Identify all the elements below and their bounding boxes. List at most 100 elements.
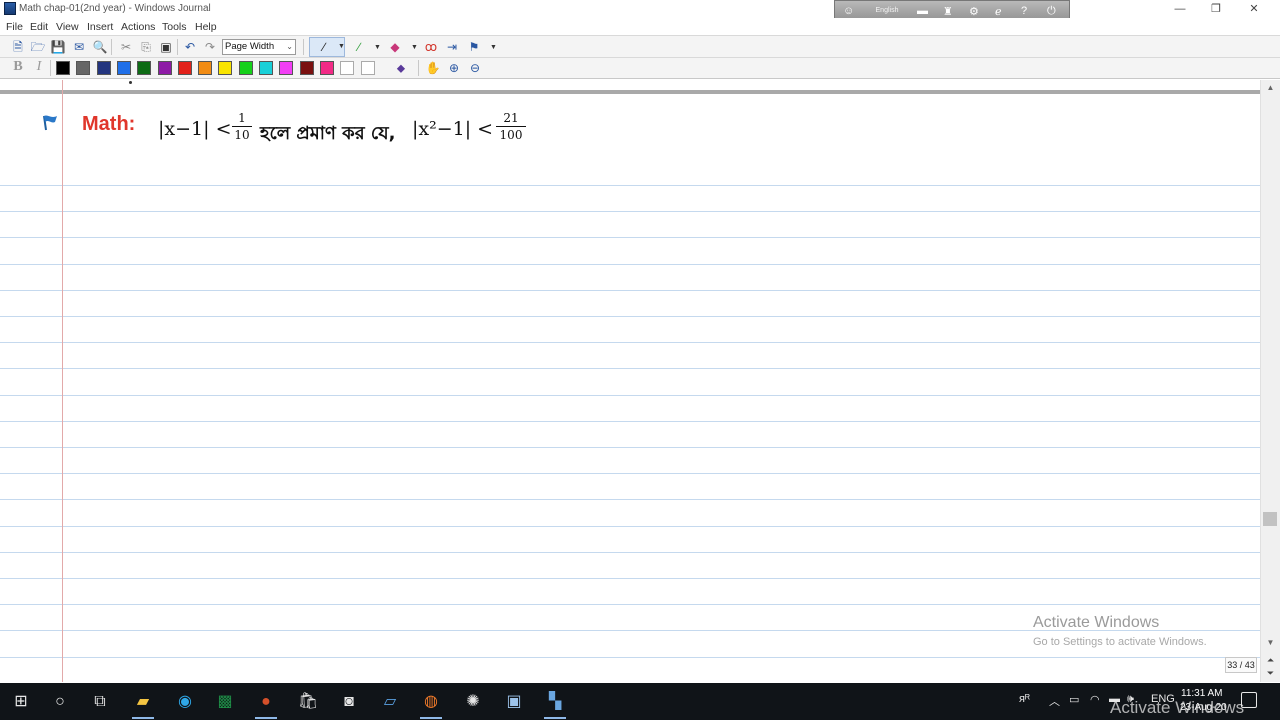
edge-browser-icon[interactable]: ◉ [170,687,200,717]
zoom-out-icon[interactable]: ⊖ [466,59,484,77]
camera-icon[interactable]: ◙ [334,687,364,717]
menu-actions[interactable]: Actions [121,21,155,33]
menu-tools[interactable]: Tools [162,21,187,33]
color-swatch[interactable] [259,61,273,75]
task-view-icon[interactable]: ⧉ [85,687,115,717]
help-link-icon[interactable]: ℯ [995,5,1002,18]
next-page-icon[interactable]: ⏷ [1261,668,1280,681]
format-toolbar: B I ⬥ ✋ ⊕ ⊖ [0,58,1280,79]
pen-color-more-icon[interactable]: ⬥ [392,59,410,77]
minimize-button[interactable]: — [1160,0,1200,18]
pen-tool-icon[interactable]: ♜ [943,5,953,18]
highlighter-icon[interactable]: ∕ [350,38,368,56]
help-icon[interactable]: ? [1021,5,1027,17]
menu-file[interactable]: File [6,21,23,33]
color-swatch[interactable] [157,61,172,75]
color-swatch[interactable] [299,61,314,75]
activate-windows-subtitle: Go to Settings to activate Windows. [1033,636,1207,648]
firefox-icon[interactable]: ◍ [416,687,446,719]
scroll-thumb[interactable] [1263,512,1277,526]
screen-tool-icon[interactable]: ▣ [499,687,529,717]
insert-space-icon[interactable]: ⇥ [443,38,461,56]
cut-icon[interactable]: ✂ [117,38,135,56]
file-explorer-icon[interactable]: ▰ [128,687,158,719]
color-swatch[interactable] [116,61,131,75]
color-swatch[interactable] [238,61,253,75]
windows-journal-taskbar-icon[interactable]: ▚ [540,687,570,719]
zoom-in-icon[interactable]: ⊕ [445,59,463,77]
chevron-down-icon[interactable]: ▼ [411,44,418,51]
power-icon[interactable]: ⏻ [1047,5,1056,18]
eraser-icon[interactable]: ◆ [386,38,404,56]
menu-insert[interactable]: Insert [87,21,113,33]
copy-icon[interactable]: ⎘ [137,38,155,56]
scroll-down-icon[interactable]: ▼ [1261,638,1280,652]
menu-view[interactable]: View [56,21,79,33]
bold-button[interactable]: B [10,59,26,77]
journal-app-icon [4,2,16,15]
chevron-down-icon[interactable]: ▼ [490,44,497,51]
toolbar-separator [111,39,112,55]
search-icon[interactable]: ○ [45,687,75,717]
scroll-up-icon[interactable]: ▲ [1261,80,1280,96]
color-swatch[interactable] [177,61,192,75]
notification-center-icon[interactable] [1241,692,1257,708]
settings-icon[interactable]: ⚙ [969,5,979,18]
zoom-select[interactable]: Page Width ⌄ [222,39,296,55]
page-count: 33 / 43 [1225,657,1257,673]
chevron-down-icon[interactable]: ▼ [338,43,345,50]
network-icon[interactable]: ◠ [1090,693,1100,706]
color-swatch[interactable] [360,61,375,75]
new-note-icon[interactable]: 🗎 [9,38,27,56]
color-swatch[interactable] [56,61,70,75]
color-swatch[interactable] [340,61,355,75]
paint-icon[interactable]: ✺ [458,687,488,717]
redo-icon[interactable]: ↷ [201,38,219,56]
vertical-scrollbar[interactable]: ▲ ▼ ⏶ ⏷ [1260,80,1280,682]
pen-button[interactable]: ∕ ▼ [309,37,345,57]
menu-edit[interactable]: Edit [30,21,48,33]
color-swatch[interactable] [319,61,334,75]
journal-taskbar-icon[interactable]: ▱ [375,687,405,717]
send-email-icon[interactable]: ✉ [70,38,88,56]
input-method-icon[interactable]: ☺ [843,5,854,17]
find-icon[interactable]: 🔍 [91,38,109,56]
people-icon[interactable]: ᴙᴿ [1019,693,1030,705]
color-swatch[interactable] [96,61,111,75]
previous-page-icon[interactable]: ⏶ [1261,655,1280,668]
flag-tool-icon[interactable]: ⚑ [465,38,483,56]
windows-start-icon[interactable]: ⊞ [6,687,36,717]
ruled-line [0,289,1260,291]
color-swatch[interactable] [198,61,213,75]
color-swatch[interactable] [279,61,294,75]
page-marker [129,81,132,84]
color-swatch[interactable] [76,61,91,75]
close-button[interactable]: ✕ [1234,0,1274,18]
powerpoint-icon[interactable]: ● [251,687,281,719]
tablet-icon[interactable]: ▭ [1069,693,1079,706]
undo-icon[interactable]: ↶ [181,38,199,56]
store-icon[interactable]: 🛍 [293,687,323,717]
color-swatch[interactable] [218,61,233,75]
note-page[interactable]: Math: |x−1| < 1 10 হলে প্রমাণ কর যে, |x²… [0,80,1260,682]
paste-icon[interactable]: ▣ [157,38,175,56]
toolbar-separator [418,60,419,76]
chevron-down-icon[interactable]: ▼ [374,44,381,51]
color-swatch[interactable] [137,61,152,75]
ruled-line [0,551,1260,553]
ruled-line [0,316,1260,317]
flag-icon[interactable] [40,113,60,131]
bengali-text: হলে প্রমাণ কর যে, [260,123,396,144]
open-note-icon[interactable]: 🗁 [29,38,47,56]
pan-hand-icon[interactable]: ✋ [424,59,442,77]
save-icon[interactable]: 💾 [49,38,67,56]
lasso-select-icon[interactable]: ꝏ [422,38,440,56]
menu-help[interactable]: Help [195,21,217,33]
show-hidden-icons-icon[interactable]: ︿ [1049,693,1060,709]
excel-icon[interactable]: ▩ [210,687,240,717]
restore-button[interactable]: ❐ [1196,0,1236,18]
language-label[interactable]: English [873,7,901,14]
ruled-line [0,604,1260,606]
keyboard-icon[interactable]: ▬ [917,5,928,17]
italic-button[interactable]: I [31,59,47,77]
